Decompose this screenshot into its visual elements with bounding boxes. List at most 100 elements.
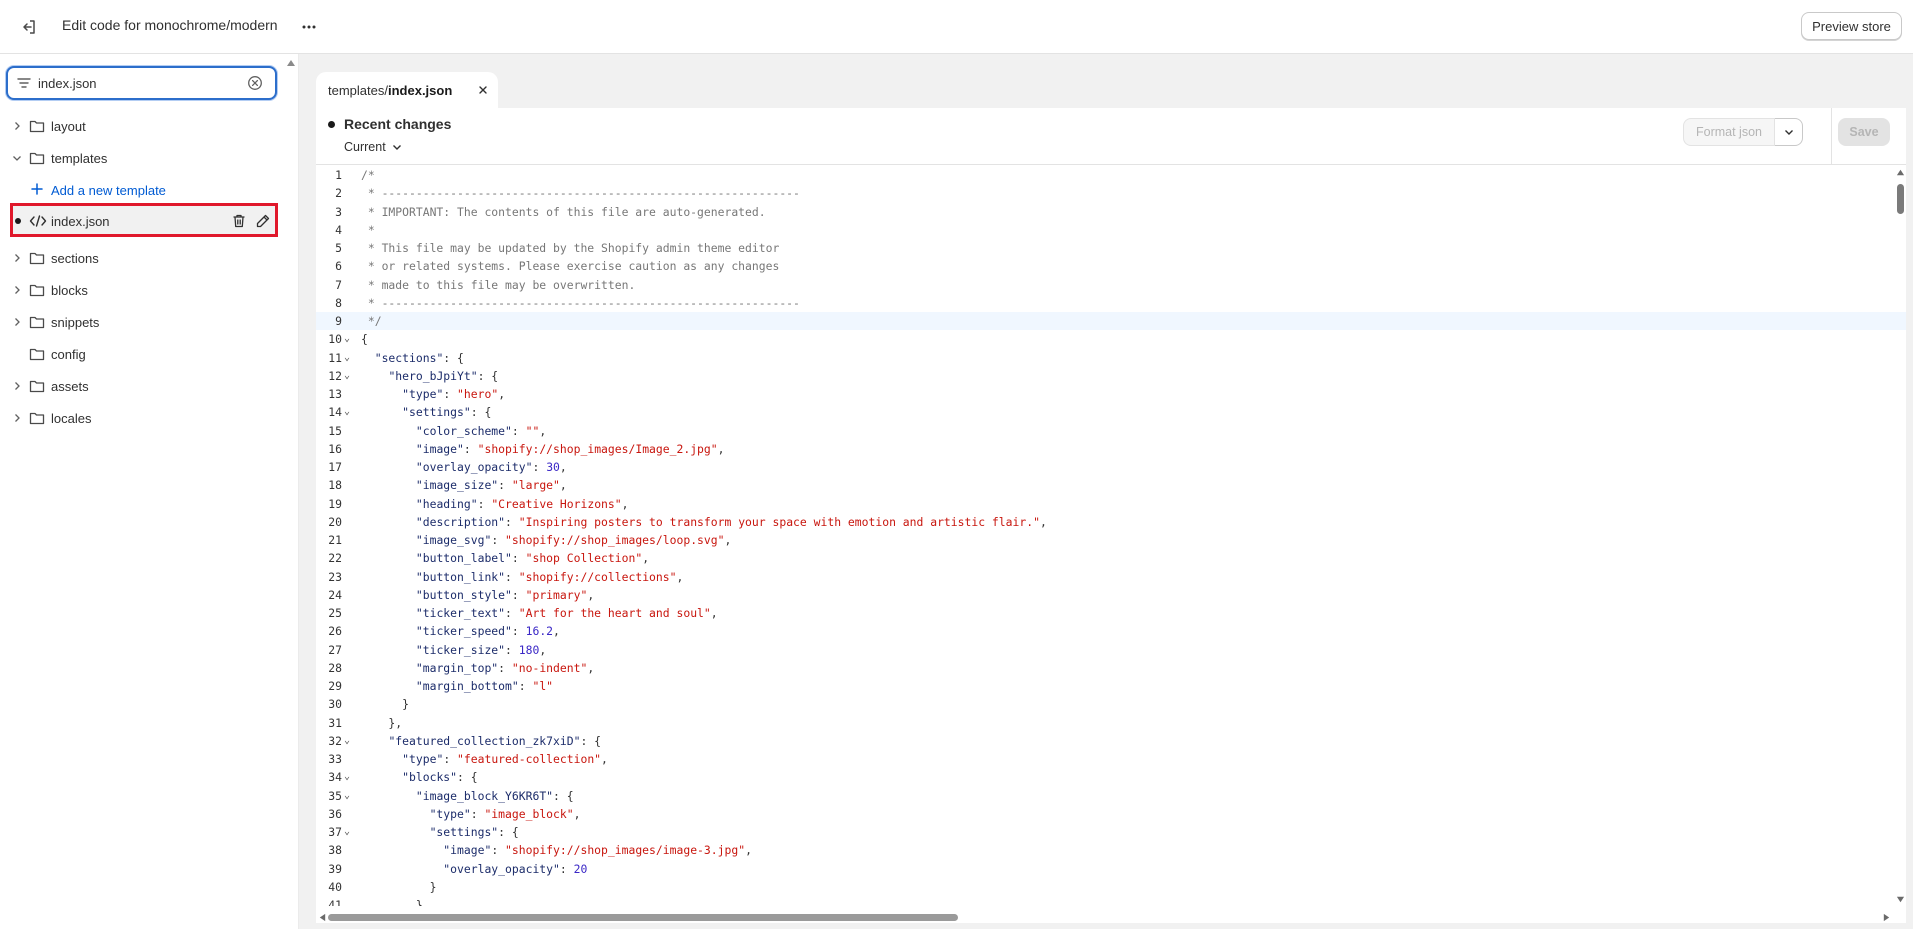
fold-chevron-icon[interactable]: ⌄ — [344, 403, 352, 421]
code-line[interactable]: 3 * IMPORTANT: The contents of this file… — [316, 203, 1906, 221]
code-line[interactable]: 31 }, — [316, 714, 1906, 732]
code-line[interactable]: 33 "type": "featured-collection", — [316, 750, 1906, 768]
close-icon[interactable] — [476, 83, 490, 97]
line-text: "type": "featured-collection", — [402, 752, 608, 766]
line-text: "settings": { — [402, 405, 492, 420]
scroll-right-arrow-icon[interactable] — [1882, 913, 1891, 922]
file-label: index.json — [51, 214, 110, 229]
scrollbar-thumb[interactable] — [328, 914, 958, 921]
vertical-scrollbar[interactable] — [1893, 166, 1906, 916]
preview-store-button[interactable]: Preview store — [1801, 12, 1902, 40]
code-line[interactable]: 28 "margin_top": "no-indent", — [316, 659, 1906, 677]
code-line[interactable]: 24 "button_style": "primary", — [316, 586, 1906, 604]
folder-icon — [29, 412, 45, 425]
code-line[interactable]: 18 "image_size": "large", — [316, 476, 1906, 494]
fold-chevron-icon[interactable]: ⌄ — [344, 367, 352, 385]
scrollbar-thumb[interactable] — [1897, 184, 1904, 214]
code-line[interactable]: 40 } — [316, 878, 1906, 896]
code-line[interactable]: 9 */ — [316, 312, 1906, 331]
code-line[interactable]: 30 } — [316, 695, 1906, 713]
line-text: "type": "hero", — [402, 387, 506, 401]
code-line[interactable]: 41 }, — [316, 896, 1906, 906]
fold-chevron-icon[interactable]: ⌄ — [344, 349, 352, 367]
version-select[interactable]: Current — [344, 140, 402, 154]
folder-layout[interactable]: layout — [0, 110, 299, 142]
scroll-up-arrow-icon[interactable] — [286, 58, 296, 68]
fold-chevron-icon[interactable]: ⌄ — [344, 330, 352, 348]
code-line[interactable]: 14 ⌄ "settings": { — [316, 403, 1906, 421]
clear-circle-icon[interactable] — [247, 75, 263, 91]
more-actions-button[interactable] — [296, 14, 322, 40]
tab-index-json[interactable]: templates/index.json — [316, 72, 498, 108]
exit-button[interactable] — [16, 14, 42, 40]
code-line[interactable]: 38 "image": "shopify://shop_images/image… — [316, 841, 1906, 859]
line-text: * or related systems. Please exercise ca… — [361, 259, 780, 274]
format-json-button[interactable]: Format json — [1683, 118, 1775, 146]
code-line[interactable]: 12 ⌄ "hero_bJpiYt": { — [316, 367, 1906, 385]
trash-icon[interactable] — [231, 213, 247, 229]
code-line[interactable]: 37 ⌄ "settings": { — [316, 823, 1906, 841]
code-line[interactable]: 22 "button_label": "shop Collection", — [316, 549, 1906, 567]
code-line[interactable]: 32 ⌄ "featured_collection_zk7xiD": { — [316, 732, 1906, 750]
chevron-right-icon — [15, 414, 20, 422]
code-line[interactable]: 19 "heading": "Creative Horizons", — [316, 495, 1906, 513]
folder-sections[interactable]: sections — [0, 242, 299, 274]
line-text: /* — [361, 168, 375, 182]
code-line[interactable]: 21 "image_svg": "shopify://shop_images/l… — [316, 531, 1906, 549]
file-item-index-json[interactable]: index.json — [10, 203, 278, 237]
folder-templates[interactable]: templates — [0, 142, 299, 174]
file-search-input[interactable] — [38, 73, 238, 93]
line-number: 40 — [328, 879, 342, 894]
line-number: 20 — [328, 514, 342, 529]
code-line[interactable]: 27 "ticker_size": 180, — [316, 641, 1906, 659]
code-content[interactable]: 1 /* 2 * ---------------------------------… — [316, 166, 1906, 906]
code-line[interactable]: 2 * ------------------------------------… — [316, 184, 1906, 202]
folder-locales[interactable]: locales — [0, 402, 299, 434]
line-number: 26 — [328, 624, 342, 639]
line-number: 35 — [328, 788, 342, 803]
folder-blocks[interactable]: blocks — [0, 274, 299, 306]
code-line[interactable]: 17 "overlay_opacity": 30, — [316, 458, 1906, 476]
pencil-icon[interactable] — [255, 213, 271, 229]
code-line[interactable]: 8 * ------------------------------------… — [316, 294, 1906, 312]
fold-chevron-icon[interactable]: ⌄ — [344, 732, 352, 750]
code-line[interactable]: 4 * — [316, 221, 1906, 239]
folder-label: snippets — [51, 315, 100, 330]
code-line[interactable]: 1 /* — [316, 166, 1906, 184]
code-line[interactable]: 10 ⌄ { — [316, 330, 1906, 348]
code-line[interactable]: 36 "type": "image_block", — [316, 805, 1906, 823]
code-line[interactable]: 35 ⌄ "image_block_Y6KR6T": { — [316, 787, 1906, 805]
version-label: Current — [344, 140, 386, 154]
fold-chevron-icon[interactable]: ⌄ — [344, 787, 352, 805]
chevron-right-icon — [15, 318, 20, 326]
fold-chevron-icon[interactable]: ⌄ — [344, 823, 352, 841]
folder-snippets[interactable]: snippets — [0, 306, 299, 338]
save-button[interactable]: Save — [1838, 118, 1890, 146]
scroll-left-arrow-icon[interactable] — [318, 913, 327, 922]
fold-chevron-icon[interactable]: ⌄ — [344, 768, 352, 786]
code-line[interactable]: 34 ⌄ "blocks": { — [316, 768, 1906, 786]
code-line[interactable]: 15 "color_scheme": "", — [316, 422, 1906, 440]
code-line[interactable]: 5 * This file may be updated by the Shop… — [316, 239, 1906, 257]
code-line[interactable]: 23 "button_link": "shopify://collections… — [316, 568, 1906, 586]
code-line[interactable]: 7 * made to this file may be overwritten… — [316, 276, 1906, 294]
code-line[interactable]: 6 * or related systems. Please exercise … — [316, 257, 1906, 275]
code-line[interactable]: 11 ⌄ "sections": { — [316, 349, 1906, 367]
code-line[interactable]: 39 "overlay_opacity": 20 — [316, 860, 1906, 878]
code-line[interactable]: 16 "image": "shopify://shop_images/Image… — [316, 440, 1906, 458]
code-line[interactable]: 13 "type": "hero", — [316, 385, 1906, 403]
horizontal-scrollbar[interactable] — [316, 910, 1893, 923]
scroll-down-arrow-icon[interactable] — [1896, 895, 1905, 904]
code-line[interactable]: 29 "margin_bottom": "l" — [316, 677, 1906, 695]
folder-assets[interactable]: assets — [0, 370, 299, 402]
code-line[interactable]: 26 "ticker_speed": 16.2, — [316, 622, 1906, 640]
code-line[interactable]: 20 "description": "Inspiring posters to … — [316, 513, 1906, 531]
code-line[interactable]: 25 "ticker_text": "Art for the heart and… — [316, 604, 1906, 622]
line-text: "image_block_Y6KR6T": { — [415, 788, 574, 803]
scroll-up-arrow-icon[interactable] — [1896, 168, 1905, 177]
line-number: 22 — [328, 551, 342, 566]
add-template-link[interactable]: Add a new template — [0, 174, 299, 206]
folder-config[interactable]: config — [0, 338, 299, 370]
line-text: * — [361, 222, 375, 237]
format-options-button[interactable] — [1775, 118, 1803, 146]
